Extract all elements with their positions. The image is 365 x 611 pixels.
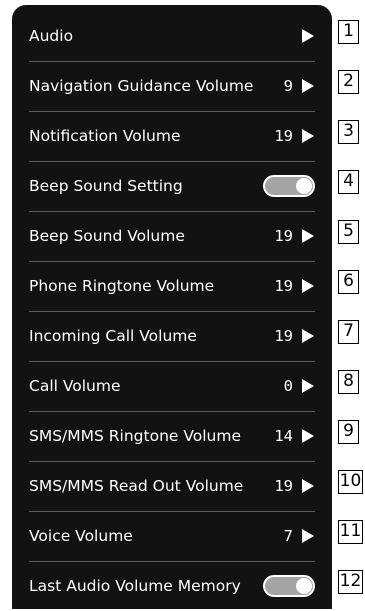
- arrow-right-icon: [301, 28, 315, 44]
- callout-label: 11: [338, 520, 363, 544]
- setting-label: Last Audio Volume Memory: [29, 577, 241, 595]
- toggle-knob: [296, 178, 312, 194]
- beep-sound-toggle[interactable]: [263, 175, 315, 197]
- arrow-right-icon: [301, 528, 315, 544]
- callout-label: 5: [338, 220, 359, 244]
- setting-row-sms-mms-read-out-volume[interactable]: SMS/MMS Read Out Volume 19: [29, 461, 315, 512]
- callout-label: 12: [338, 570, 363, 594]
- arrow-right-icon: [301, 428, 315, 444]
- setting-label: Voice Volume: [29, 527, 133, 545]
- callout-label: 6: [338, 270, 359, 294]
- setting-value: 7: [283, 527, 293, 545]
- callout-label: 4: [338, 170, 359, 194]
- setting-row-phone-ringtone-volume[interactable]: Phone Ringtone Volume 19: [29, 261, 315, 312]
- arrow-right-icon: [301, 328, 315, 344]
- callout-label: 10: [338, 470, 363, 494]
- arrow-right-icon: [301, 278, 315, 294]
- audio-settings-panel: Audio Navigation Guidance Volume 9 Notif…: [12, 5, 332, 609]
- arrow-right-icon: [301, 128, 315, 144]
- toggle-knob: [296, 578, 312, 594]
- setting-row-call-volume[interactable]: Call Volume 0: [29, 361, 315, 412]
- setting-value: 0: [283, 377, 293, 395]
- arrow-right-icon: [301, 228, 315, 244]
- arrow-right-icon: [301, 378, 315, 394]
- setting-label: Phone Ringtone Volume: [29, 277, 215, 295]
- setting-value: 19: [274, 477, 293, 495]
- setting-row-voice-volume[interactable]: Voice Volume 7: [29, 511, 315, 562]
- setting-label: Incoming Call Volume: [29, 327, 197, 345]
- setting-row-beep-sound-volume[interactable]: Beep Sound Volume 19: [29, 211, 315, 262]
- setting-value: 9: [283, 77, 293, 95]
- setting-row-audio[interactable]: Audio: [29, 11, 315, 62]
- setting-row-beep-sound-setting: Beep Sound Setting: [29, 161, 315, 212]
- setting-label: Beep Sound Volume: [29, 227, 185, 245]
- setting-label: Beep Sound Setting: [29, 177, 183, 195]
- setting-label: Notification Volume: [29, 127, 181, 145]
- callout-label: 8: [338, 370, 359, 394]
- setting-label: SMS/MMS Read Out Volume: [29, 477, 244, 495]
- callout-label: 3: [338, 120, 359, 144]
- setting-label: SMS/MMS Ringtone Volume: [29, 427, 242, 445]
- setting-value: 14: [274, 427, 293, 445]
- callout-label: 7: [338, 320, 359, 344]
- setting-value: 19: [274, 227, 293, 245]
- setting-value: 19: [274, 277, 293, 295]
- setting-label: Navigation Guidance Volume: [29, 77, 254, 95]
- setting-value: 19: [274, 127, 293, 145]
- setting-row-incoming-call-volume[interactable]: Incoming Call Volume 19: [29, 311, 315, 362]
- setting-row-navigation-guidance-volume[interactable]: Navigation Guidance Volume 9: [29, 61, 315, 112]
- arrow-right-icon: [301, 78, 315, 94]
- setting-label: Audio: [29, 27, 74, 45]
- last-audio-volume-memory-toggle[interactable]: [263, 575, 315, 597]
- arrow-right-icon: [301, 478, 315, 494]
- callout-label: 1: [338, 20, 359, 44]
- setting-label: Call Volume: [29, 377, 121, 395]
- setting-row-sms-mms-ringtone-volume[interactable]: SMS/MMS Ringtone Volume 14: [29, 411, 315, 462]
- setting-value: 19: [274, 327, 293, 345]
- callout-label: 9: [338, 420, 359, 444]
- setting-row-last-audio-volume-memory: Last Audio Volume Memory: [29, 561, 315, 611]
- callout-label: 2: [338, 70, 359, 94]
- setting-row-notification-volume[interactable]: Notification Volume 19: [29, 111, 315, 162]
